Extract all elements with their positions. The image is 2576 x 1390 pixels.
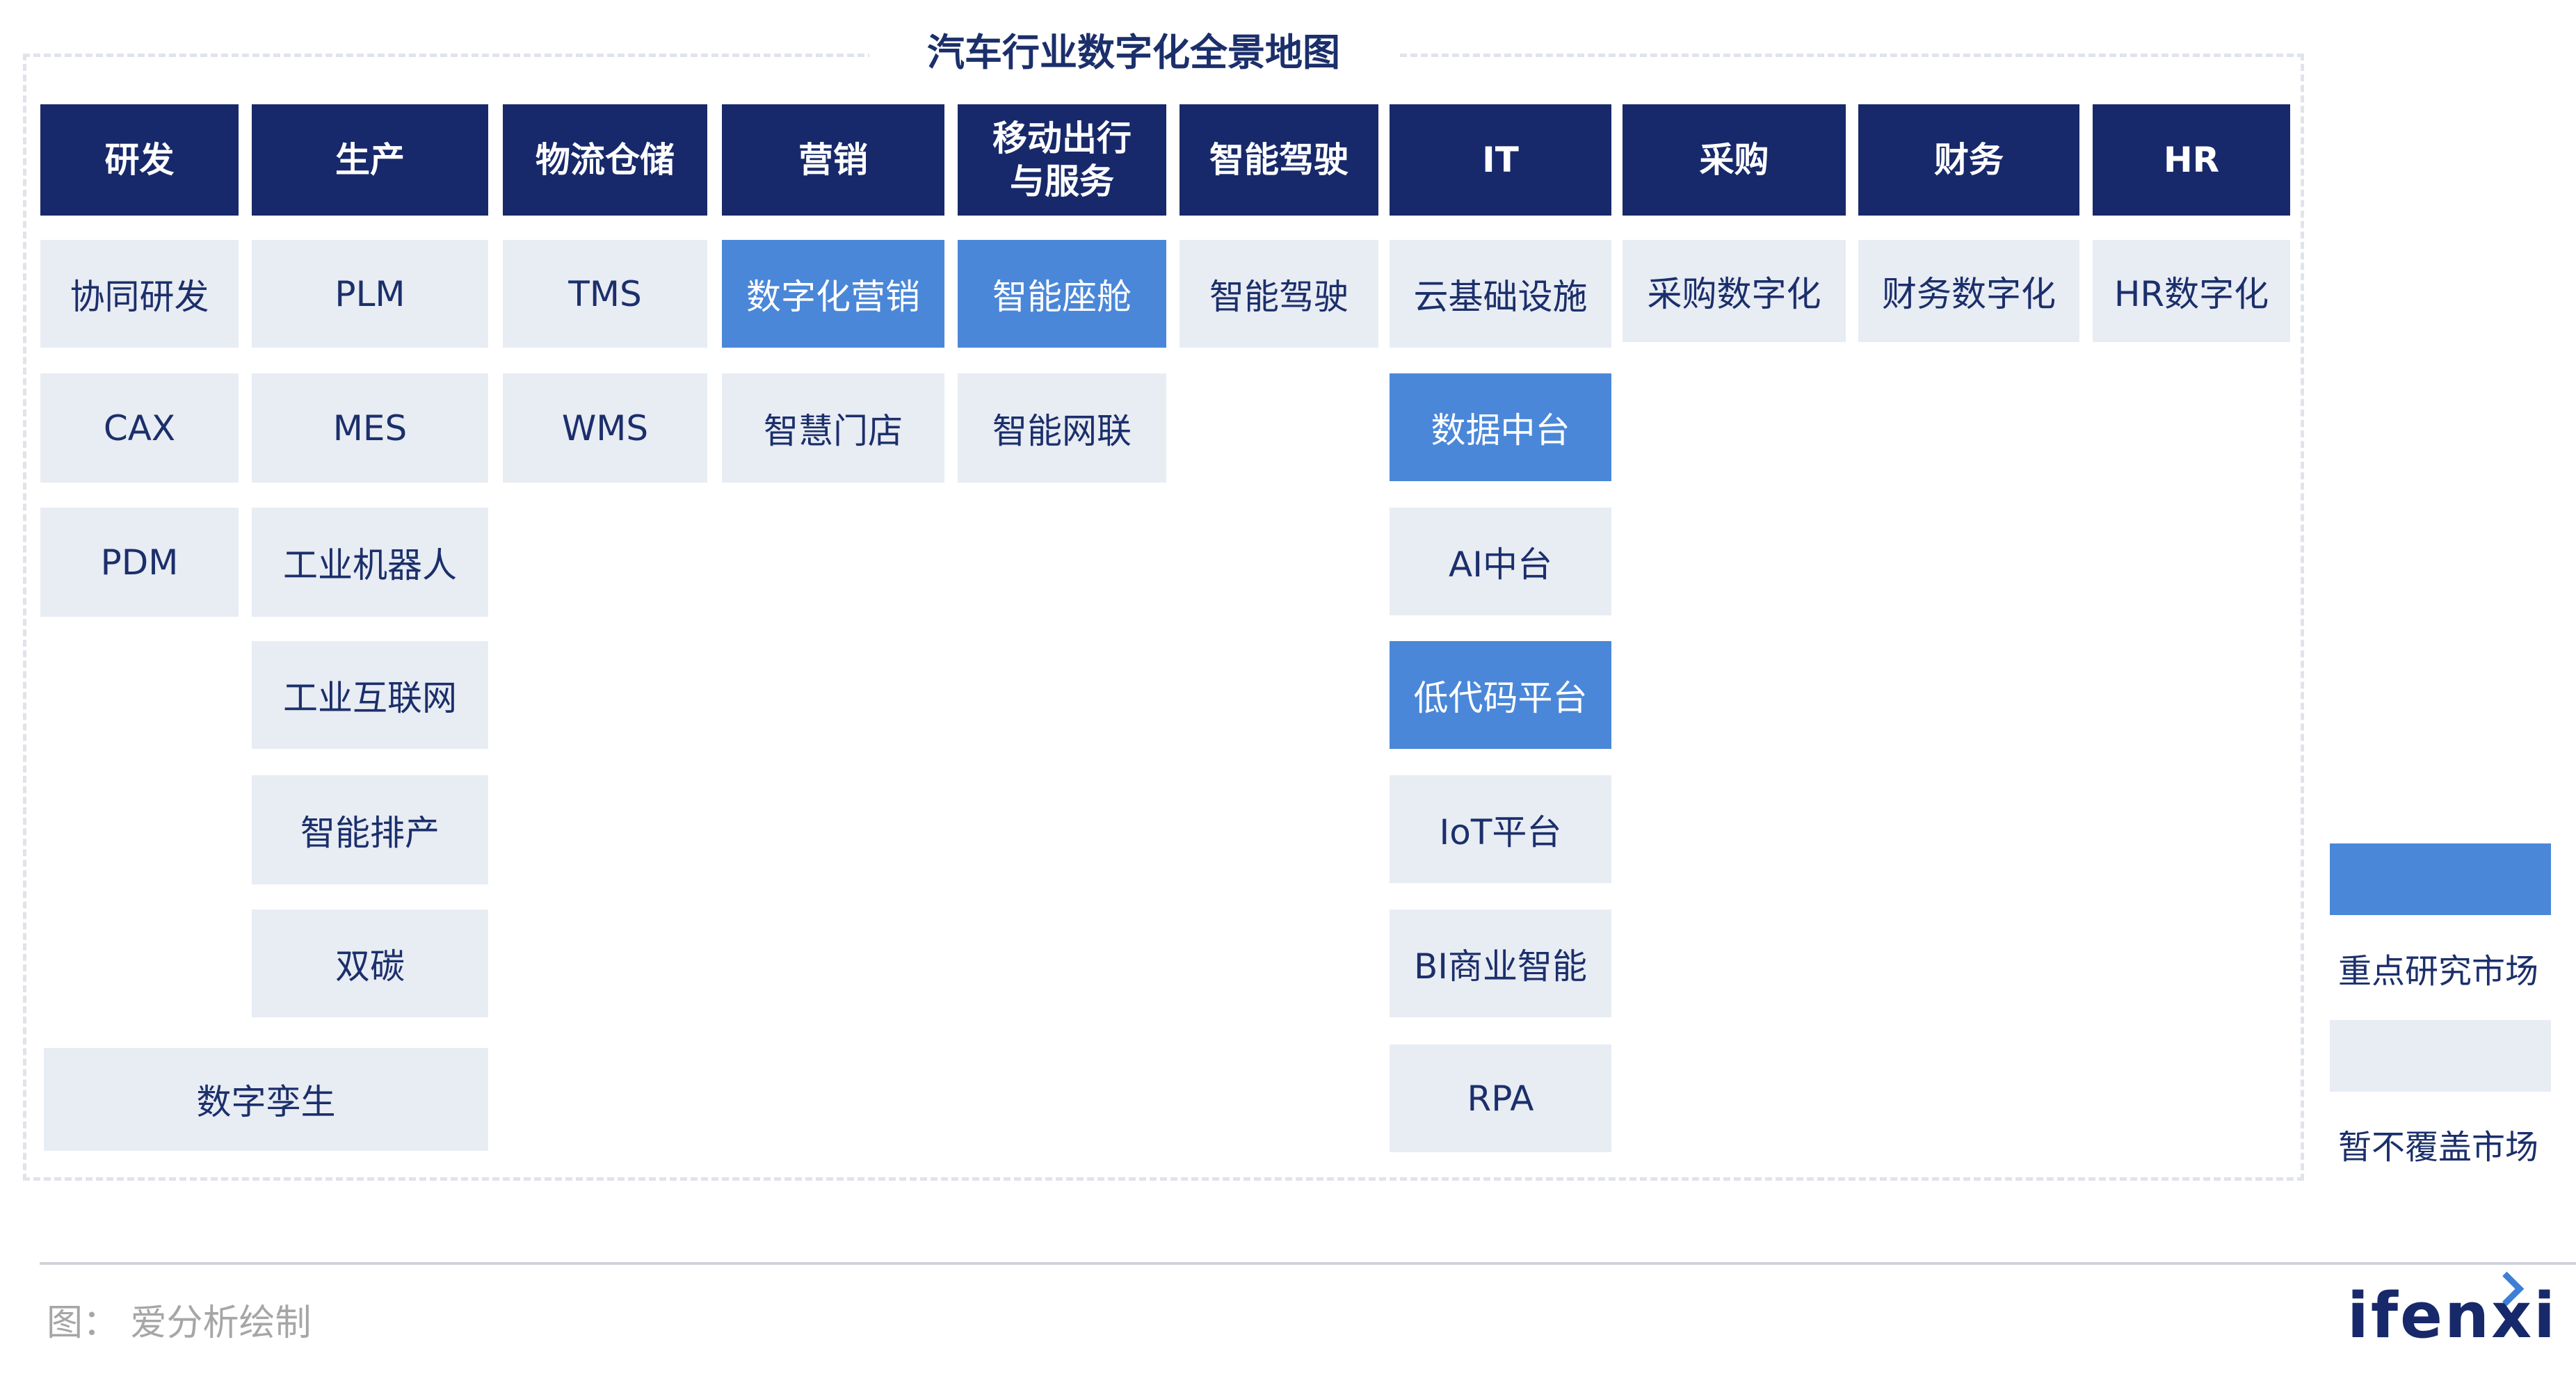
diagram-title: 汽车行业数字化全景地图 [869, 19, 1398, 86]
legend-swatch-uncovered [2330, 1020, 2551, 1092]
column-header-finance: 财务 [1858, 104, 2079, 216]
segment-it-2: 数据中台 [1390, 373, 1611, 481]
segment-it-3: AI中台 [1390, 508, 1611, 615]
segment-rd-3: PDM [40, 508, 239, 617]
segment-rd-2: CAX [40, 373, 239, 483]
segment-procurement-1: 采购数字化 [1623, 240, 1846, 342]
source-note: 图： 爱分析绘制 [47, 1302, 312, 1344]
column-header-marketing: 营销 [722, 104, 944, 216]
segment-marketing-2: 智慧门店 [722, 373, 944, 483]
segment-it-5: IoT平台 [1390, 775, 1611, 883]
diagram-canvas: 汽车行业数字化全景地图 研发协同研发 CAX PDM 生产 PLM MES 工业机器人工业互… [0, 0, 2576, 1390]
segment-logistics-1: TMS [503, 240, 707, 348]
column-header-hr: HR [2093, 104, 2290, 216]
column-header-production: 生产 [252, 104, 488, 216]
column-header-procurement: 采购 [1623, 104, 1846, 216]
column-header-it: IT [1390, 104, 1611, 216]
column-header-rd: 研发 [40, 104, 239, 216]
column-header-driving: 智能驾驶 [1180, 104, 1378, 216]
segment-production-4: 工业互联网 [252, 641, 488, 749]
segment-logistics-2: WMS [503, 373, 707, 483]
segment-it-6: BI商业智能 [1390, 910, 1611, 1017]
segment-finance-1: 财务数字化 [1858, 240, 2079, 342]
segment-it-7: RPA [1390, 1044, 1611, 1152]
column-header-logistics: 物流仓储 [503, 104, 707, 216]
segment-rd-1: 协同研发 [40, 240, 239, 348]
segment-production-3: 工业机器人 [252, 508, 488, 617]
segment-hr-1: HR数字化 [2093, 240, 2290, 342]
segment-mobility-2: 智能网联 [958, 373, 1166, 483]
segment-production-5: 智能排产 [252, 775, 488, 884]
segment-it-4: 低代码平台 [1390, 641, 1611, 749]
segment-mobility-1: 智能座舱 [958, 240, 1166, 348]
footer-divider [40, 1262, 2576, 1265]
segment-production-1: PLM [252, 240, 488, 348]
column-header-mobility: 移动出行 与服务 [958, 104, 1166, 216]
segment-production-6: 双碳 [252, 910, 488, 1017]
segment-digital-twin: 数字孪生 [44, 1048, 488, 1151]
legend-swatch-focus [2330, 843, 2551, 915]
legend-label-uncovered: 暂不覆盖市场 [2338, 1128, 2539, 1167]
segment-driving-1: 智能驾驶 [1180, 240, 1378, 348]
segment-marketing-1: 数字化营销 [722, 240, 944, 348]
legend-label-focus: 重点研究市场 [2338, 952, 2539, 991]
segment-it-1: 云基础设施 [1390, 240, 1611, 348]
segment-production-2: MES [252, 373, 488, 483]
ifenxi-logo: ifenxi [2347, 1279, 2558, 1352]
